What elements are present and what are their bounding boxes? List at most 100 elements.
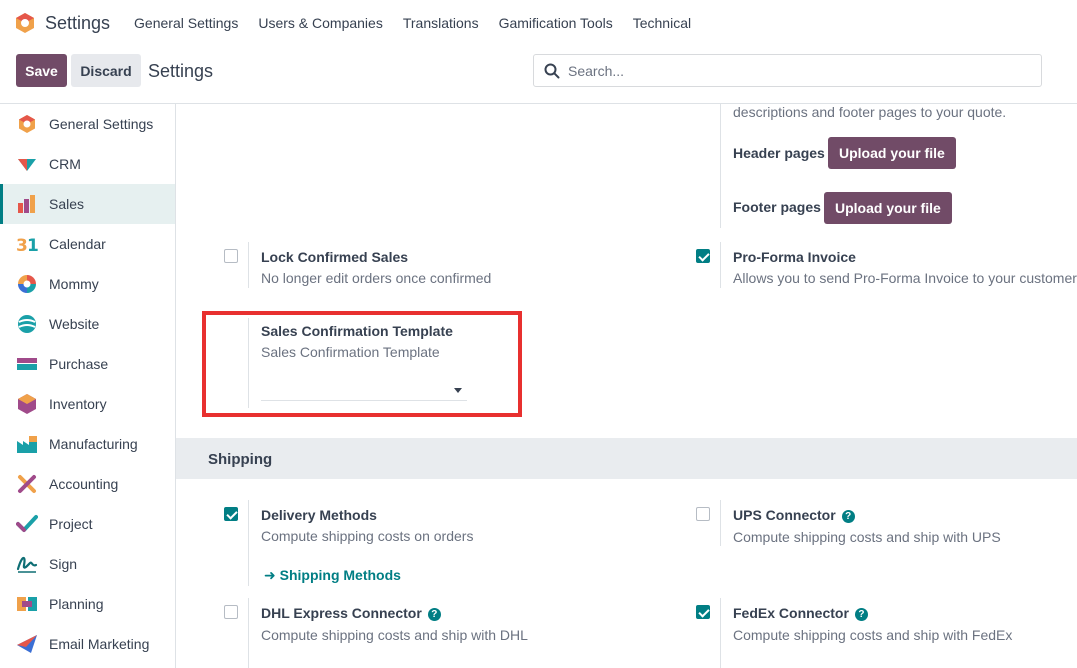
brand[interactable]: Settings — [14, 12, 124, 34]
fedex-desc: Compute shipping costs and ship with Fed… — [733, 627, 1013, 643]
sidebar-item-planning[interactable]: Planning — [0, 584, 175, 624]
website-icon — [18, 315, 36, 333]
sidebar-item-label: CRM — [49, 156, 81, 172]
sales-icon — [18, 195, 35, 213]
sidebar-item-label: Sign — [49, 556, 78, 572]
sidebar-item-calendar[interactable]: 3 1 Calendar — [0, 224, 175, 264]
sidebar-item-crm[interactable]: CRM — [0, 144, 175, 184]
sidebar-item-sales[interactable]: Sales — [0, 184, 175, 224]
sidebar-item-sign[interactable]: Sign — [0, 544, 175, 584]
mommy-icon — [18, 275, 36, 293]
sidebar-item-label: Website — [49, 316, 100, 332]
lock-confirmed-desc: No longer edit orders once confirmed — [261, 270, 492, 286]
upload-header-button[interactable]: Upload your file — [828, 137, 956, 169]
discard-button[interactable]: Discard — [71, 54, 141, 87]
fedex-title-text: FedEx Connector — [733, 605, 849, 621]
top-navbar: Settings General Settings Users & Compan… — [0, 0, 1077, 46]
sidebar-item-manufacturing[interactable]: Manufacturing — [0, 424, 175, 464]
sidebar-item-label: Manufacturing — [49, 436, 138, 452]
setting-divider — [248, 242, 249, 288]
sidebar-item-label: Email Marketing — [49, 636, 150, 652]
sidebar-item-label: General Settings — [49, 116, 154, 132]
highlight-box — [202, 311, 522, 417]
save-button[interactable]: Save — [16, 54, 67, 87]
page-title: Settings — [148, 61, 214, 81]
sidebar-item-inventory[interactable]: Inventory — [0, 384, 175, 424]
settings-app-icon — [16, 13, 34, 33]
svg-text:1: 1 — [27, 236, 38, 255]
fedex-checkbox[interactable] — [696, 605, 710, 619]
help-icon[interactable]: ? — [841, 510, 855, 523]
email-marketing-icon — [17, 635, 37, 653]
control-panel: Save Discard Settings — [0, 46, 1077, 104]
sign-icon — [16, 556, 38, 573]
ups-desc: Compute shipping costs and ship with UPS — [733, 529, 1001, 545]
help-icon[interactable]: ? — [854, 608, 868, 621]
inventory-icon — [18, 394, 36, 414]
nav-users-companies[interactable]: Users & Companies — [248, 15, 393, 31]
sidebar-item-website[interactable]: Website — [0, 304, 175, 344]
sidebar-item-label: Purchase — [49, 356, 109, 372]
setting-divider — [720, 598, 721, 668]
sidebar-item-label: Planning — [49, 596, 104, 612]
sidebar-item-label: Calendar — [49, 236, 106, 252]
search-icon — [544, 63, 560, 78]
manufacturing-icon — [17, 436, 37, 453]
fedex-title: FedEx Connector? — [733, 605, 868, 621]
settings-content: descriptions and footer pages to your qu… — [176, 104, 1077, 668]
nav-technical[interactable]: Technical — [623, 15, 701, 31]
nav-gamification-tools[interactable]: Gamification Tools — [489, 15, 623, 31]
ups-checkbox[interactable] — [696, 507, 710, 521]
nav-translations[interactable]: Translations — [393, 15, 489, 31]
sidebar-item-label: Project — [49, 516, 93, 532]
ups-title-text: UPS Connector — [733, 507, 836, 523]
setting-divider — [720, 104, 721, 228]
dhl-title: DHL Express Connector? — [261, 605, 441, 621]
pro-forma-title: Pro-Forma Invoice — [733, 249, 856, 265]
upload-footer-button[interactable]: Upload your file — [824, 192, 952, 224]
search-bar[interactable] — [533, 54, 1042, 87]
shipping-methods-link[interactable]: ➜ Shipping Methods — [264, 567, 401, 584]
section-header-shipping: Shipping — [176, 438, 1077, 479]
sidebar-item-accounting[interactable]: Accounting — [0, 464, 175, 504]
settings-sidebar: General Settings CRM Sales 3 1 Calendar — [0, 104, 176, 668]
delivery-methods-title: Delivery Methods — [261, 507, 377, 523]
dhl-desc: Compute shipping costs and ship with DHL — [261, 627, 528, 643]
delivery-methods-checkbox[interactable] — [224, 507, 238, 521]
crm-icon — [18, 159, 36, 171]
pro-forma-desc: Allows you to send Pro-Forma Invoice to … — [733, 270, 1077, 286]
pro-forma-checkbox[interactable] — [696, 249, 710, 263]
footer-pages-label: Footer pages — [733, 199, 821, 215]
sidebar-item-general-settings[interactable]: General Settings — [0, 104, 175, 144]
sidebar-item-label: Inventory — [49, 396, 107, 412]
sidebar-item-project[interactable]: Project — [0, 504, 175, 544]
sidebar-item-mommy[interactable]: Mommy — [0, 264, 175, 304]
accounting-icon — [18, 475, 36, 493]
purchase-icon — [17, 358, 37, 370]
calendar-icon: 3 1 — [16, 236, 38, 255]
ups-title: UPS Connector? — [733, 507, 855, 523]
help-icon[interactable]: ? — [427, 608, 441, 621]
section-title: Shipping — [208, 451, 273, 468]
quote-builder-desc: descriptions and footer pages to your qu… — [733, 104, 1007, 120]
app-name: Settings — [45, 12, 111, 33]
sidebar-item-label: Sales — [49, 196, 85, 212]
setting-divider — [720, 500, 721, 546]
shipping-methods-link-label: Shipping Methods — [279, 567, 401, 583]
general-settings-icon — [19, 115, 35, 133]
nav-general-settings[interactable]: General Settings — [124, 15, 248, 31]
setting-divider — [248, 598, 249, 668]
search-input[interactable] — [568, 62, 1018, 79]
setting-divider — [248, 500, 249, 586]
sidebar-item-purchase[interactable]: Purchase — [0, 344, 175, 384]
lock-confirmed-checkbox[interactable] — [224, 249, 238, 263]
setting-divider — [720, 242, 721, 288]
header-pages-label: Header pages — [733, 145, 825, 161]
lock-confirmed-title: Lock Confirmed Sales — [261, 249, 409, 265]
planning-icon — [17, 597, 37, 611]
project-icon — [16, 515, 38, 532]
sidebar-item-email-marketing[interactable]: Email Marketing — [0, 624, 175, 664]
dhl-checkbox[interactable] — [224, 605, 238, 619]
sidebar-item-label: Accounting — [49, 476, 119, 492]
dhl-title-text: DHL Express Connector — [261, 605, 422, 621]
